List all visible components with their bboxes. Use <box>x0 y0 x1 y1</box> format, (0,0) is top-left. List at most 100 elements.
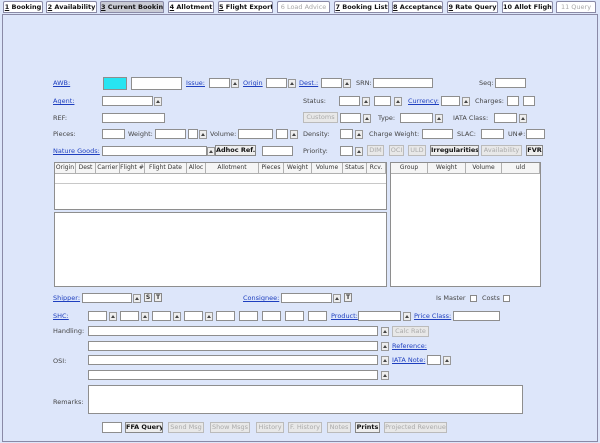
product-label[interactable]: Product: <box>331 312 358 321</box>
reference-label[interactable]: Reference: <box>392 342 427 351</box>
shipper-s-button[interactable]: S <box>144 293 152 302</box>
consignee-dropdown-icon[interactable] <box>333 294 341 303</box>
density-dropdown-icon[interactable] <box>355 130 363 139</box>
price-class-field[interactable] <box>453 311 500 321</box>
weight-unit-field[interactable] <box>188 129 198 139</box>
iata-note-field[interactable] <box>427 355 441 365</box>
nature-goods-field[interactable] <box>102 146 207 156</box>
issue-field[interactable] <box>209 78 230 88</box>
shc-dropdown-icon-3[interactable] <box>173 312 181 321</box>
tab-allot-flight[interactable]: 10 Allot Flight <box>502 1 553 13</box>
iata-class-field[interactable] <box>494 113 517 123</box>
shc-field-9[interactable] <box>308 311 327 321</box>
awb-label[interactable]: AWB: <box>53 79 70 88</box>
osi-field-2[interactable] <box>88 370 378 380</box>
nature-goods-label[interactable]: Nature Goods: <box>53 147 100 156</box>
shc-dropdown-icon-2[interactable] <box>141 312 149 321</box>
osi-dropdown-icon-2[interactable] <box>381 371 389 380</box>
priority-field[interactable] <box>340 146 353 156</box>
handling-field-1[interactable] <box>88 326 378 336</box>
shipper-dropdown-icon[interactable] <box>133 294 141 303</box>
priority-dropdown-icon[interactable] <box>355 147 363 156</box>
shipper-label[interactable]: Shipper: <box>53 294 80 303</box>
tab-rate-query[interactable]: 9 Rate Query <box>447 1 498 13</box>
type-dropdown-icon[interactable] <box>435 114 443 123</box>
shc-field-5[interactable] <box>216 311 235 321</box>
charges-field-2[interactable] <box>523 96 535 106</box>
shc-field-8[interactable] <box>285 311 304 321</box>
consignee-label[interactable]: Consignee: <box>243 294 279 303</box>
is-master-checkbox[interactable] <box>470 295 477 302</box>
iata-note-dropdown-icon[interactable] <box>443 356 451 365</box>
shipper-t-button[interactable]: T <box>154 293 162 302</box>
issue-dropdown-icon[interactable] <box>231 79 239 88</box>
un-field[interactable] <box>526 129 545 139</box>
weight-field[interactable] <box>155 129 186 139</box>
handling-dropdown-icon-2[interactable] <box>381 342 389 351</box>
type-field[interactable] <box>400 113 433 123</box>
tab-booking[interactable]: 1 Booking <box>3 1 43 13</box>
tab-availability[interactable]: 2 Availability <box>46 1 97 13</box>
awb-prefix-field[interactable] <box>103 77 127 90</box>
customs-field[interactable] <box>340 113 361 123</box>
tab-booking-list[interactable]: 7 Booking List <box>334 1 389 13</box>
status-code-dropdown-icon[interactable] <box>394 97 402 106</box>
volume-unit-dropdown-icon[interactable] <box>290 130 298 139</box>
handling-dropdown-icon-1[interactable] <box>381 327 389 336</box>
seq-field[interactable] <box>495 78 526 88</box>
issue-label[interactable]: Issue: <box>186 79 205 88</box>
shc-field-6[interactable] <box>239 311 258 321</box>
charges-field-1[interactable] <box>507 96 519 106</box>
origin-dropdown-icon[interactable] <box>288 79 296 88</box>
shc-field-1[interactable] <box>88 311 107 321</box>
awb-number-field[interactable] <box>131 77 182 90</box>
agent-field[interactable] <box>102 96 153 106</box>
customs-dropdown-icon[interactable] <box>363 114 371 123</box>
agent-label[interactable]: Agent: <box>53 97 74 106</box>
ffa-query-button[interactable]: FFA Query <box>125 422 163 433</box>
status-field[interactable] <box>339 96 360 106</box>
handling-field-2[interactable] <box>88 341 378 351</box>
dest-dropdown-icon[interactable] <box>343 79 351 88</box>
pieces-field[interactable] <box>102 129 125 139</box>
tab-acceptance[interactable]: 8 Acceptance <box>392 1 443 13</box>
weight-unit-dropdown-icon[interactable] <box>199 130 207 139</box>
density-field[interactable] <box>340 129 353 139</box>
product-dropdown-icon[interactable] <box>403 312 411 321</box>
adhoc-ref-field[interactable] <box>262 146 293 156</box>
shc-field-7[interactable] <box>262 311 281 321</box>
iata-class-dropdown-icon[interactable] <box>519 114 527 123</box>
iata-note-label[interactable]: IATA Note: <box>392 356 425 365</box>
osi-field-1[interactable] <box>88 355 378 365</box>
srn-field[interactable] <box>373 78 433 88</box>
shc-dropdown-icon-4[interactable] <box>205 312 213 321</box>
nature-goods-dropdown-icon[interactable] <box>207 147 215 156</box>
shc-field-4[interactable] <box>184 311 203 321</box>
volume-unit-field[interactable] <box>276 129 288 139</box>
dest-label[interactable]: Dest.: <box>299 79 318 88</box>
consignee-field[interactable] <box>281 293 332 303</box>
shc-field-3[interactable] <box>152 311 171 321</box>
charge-weight-field[interactable] <box>422 129 453 139</box>
adhoc-ref-button[interactable]: Adhoc Ref. <box>215 145 256 156</box>
tab-flight-export[interactable]: 5 Flight Export <box>218 1 273 13</box>
status-dropdown-icon[interactable] <box>362 97 370 106</box>
tab-allotment[interactable]: 4 Allotment <box>168 1 214 13</box>
consignee-t-button[interactable]: T <box>344 293 352 302</box>
origin-label[interactable]: Origin <box>243 79 263 88</box>
shipper-field[interactable] <box>82 293 132 303</box>
remarks-field[interactable] <box>88 385 523 414</box>
prints-button[interactable]: Prints <box>355 422 380 433</box>
ref-field[interactable] <box>102 113 165 123</box>
status-code-field[interactable] <box>374 96 391 106</box>
costs-checkbox[interactable] <box>503 295 510 302</box>
shc-dropdown-icon-1[interactable] <box>109 312 117 321</box>
origin-field[interactable] <box>266 78 287 88</box>
ffa-field[interactable] <box>102 422 122 433</box>
shc-label[interactable]: SHC: <box>53 312 69 321</box>
volume-field[interactable] <box>238 129 273 139</box>
slac-field[interactable] <box>481 129 504 139</box>
irregularities-button[interactable]: Irregularities <box>430 145 479 156</box>
product-field[interactable] <box>358 311 401 321</box>
tab-current-booking[interactable]: 3 Current Booking <box>100 1 164 13</box>
